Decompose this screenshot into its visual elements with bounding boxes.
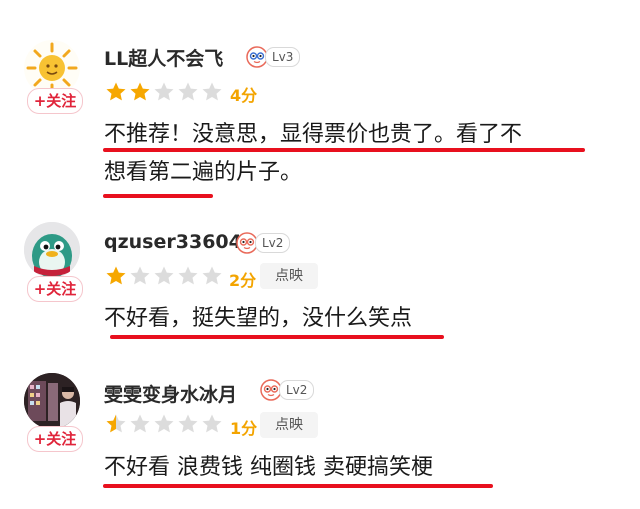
- review-line: 不好看 浪费钱 纯圈钱 卖硬搞笑梗: [104, 455, 433, 480]
- star-icon: [106, 266, 126, 285]
- star-icon: [130, 82, 150, 101]
- highlight-underline: [110, 335, 444, 339]
- username[interactable]: LL超人不会飞: [104, 44, 223, 71]
- score: 4分: [230, 86, 258, 105]
- score: 1分: [230, 419, 258, 438]
- username[interactable]: 雯雯变身水冰月: [104, 380, 237, 407]
- star-icon: [154, 266, 174, 285]
- star-icon: [130, 414, 150, 433]
- level-badge: Lv2: [260, 379, 315, 401]
- level-text: Lv2: [279, 380, 315, 400]
- review-content: 不好看 浪费钱 纯圈钱 卖硬搞笑梗: [104, 449, 433, 487]
- star-icon: [154, 414, 174, 433]
- star-icon: [202, 414, 222, 433]
- level-text: Lv2: [255, 233, 291, 253]
- screening-tag: 点映: [260, 412, 318, 438]
- star-rating: [104, 80, 224, 104]
- username[interactable]: qzuser33604: [104, 231, 242, 253]
- star-icon: [202, 266, 222, 285]
- screening-tag: 点映: [260, 263, 318, 289]
- star-icon: [130, 266, 150, 285]
- star-icon: [106, 414, 126, 433]
- level-text: Lv3: [265, 47, 301, 67]
- highlight-underline: [103, 484, 493, 488]
- highlight-underline: [103, 194, 213, 198]
- star-icon: [202, 82, 222, 101]
- follow-button[interactable]: +关注: [27, 426, 83, 452]
- star-rating: [104, 412, 224, 436]
- review-line: 不好看，挺失望的，没什么笑点: [104, 306, 413, 331]
- avatar[interactable]: [24, 373, 80, 429]
- highlight-underline: [103, 148, 585, 152]
- review-line: 想看第二遍的片子。: [104, 160, 303, 185]
- avatar[interactable]: [24, 222, 80, 278]
- photo-avatar-icon: [24, 373, 80, 429]
- star-icon: [178, 266, 198, 285]
- star-rating: [104, 264, 224, 288]
- star-icon: [154, 82, 174, 101]
- star-icon: [106, 82, 126, 101]
- level-badge: Lv2: [236, 232, 291, 254]
- penguin-avatar-icon: [24, 222, 80, 278]
- score: 2分: [229, 271, 257, 290]
- review-content: 不好看，挺失望的，没什么笑点: [104, 300, 412, 338]
- star-icon: [178, 82, 198, 101]
- review-content: 不推荐！没意思，显得票价也贵了。看了不 想看第二遍的片子。: [104, 116, 522, 192]
- follow-button[interactable]: +关注: [27, 276, 83, 302]
- level-badge: Lv3: [246, 46, 301, 68]
- star-icon: [178, 414, 198, 433]
- follow-button[interactable]: +关注: [27, 88, 83, 114]
